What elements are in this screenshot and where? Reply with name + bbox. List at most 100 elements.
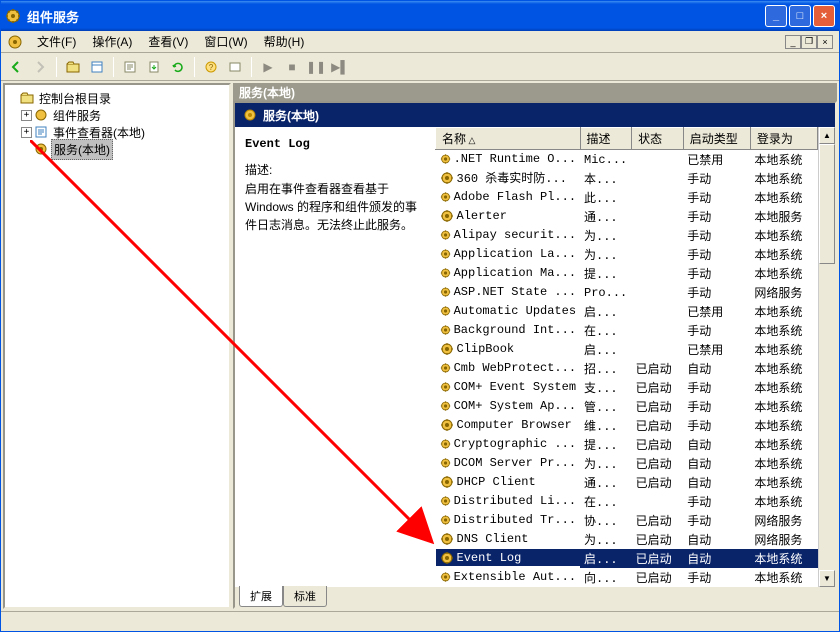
cell-name: .NET Runtime O... <box>436 150 581 167</box>
cell-status: 已启动 <box>632 416 684 435</box>
scroll-thumb[interactable] <box>819 144 835 264</box>
table-row[interactable]: Background Int...在...手动本地系统 <box>436 321 818 340</box>
properties-button[interactable] <box>86 56 108 78</box>
mdi-minimize[interactable]: _ <box>785 35 801 49</box>
titlebar[interactable]: 组件服务 _ □ × <box>1 1 839 31</box>
cell-logon: 本地系统 <box>750 492 817 511</box>
component-icon <box>34 108 48 122</box>
cell-status <box>632 169 684 188</box>
menu-action[interactable]: 操作(A) <box>84 31 140 52</box>
tree-panel[interactable]: 控制台根目录 + 组件服务 + 事件查看器(本地) 服务(本地) <box>3 83 231 609</box>
menu-file[interactable]: 文件(F) <box>29 31 84 52</box>
cell-name: Distributed Li... <box>436 492 581 509</box>
cell-desc: 通... <box>580 207 632 226</box>
table-row[interactable]: Distributed Li...在... 手动本地系统 <box>436 492 818 511</box>
col-status[interactable]: 状态 <box>632 128 684 150</box>
status-bar <box>1 611 839 631</box>
gear-icon <box>243 108 257 122</box>
table-row[interactable]: COM+ System Ap...管...已启动手动本地系统 <box>436 397 818 416</box>
console-icon <box>7 34 23 50</box>
tab-extended[interactable]: 扩展 <box>239 586 283 607</box>
table-row[interactable]: DNS Client为...已启动自动网络服务 <box>436 530 818 549</box>
cell-startup: 手动 <box>683 207 750 226</box>
maximize-button[interactable]: □ <box>789 5 811 27</box>
table-row[interactable]: COM+ Event System支...已启动手动本地系统 <box>436 378 818 397</box>
cell-desc: 此... <box>580 188 632 207</box>
cell-logon: 本地服务 <box>750 207 817 226</box>
expander-icon[interactable]: + <box>21 110 32 121</box>
table-row[interactable]: Application Ma...提...手动本地系统 <box>436 264 818 283</box>
cell-status <box>632 245 684 264</box>
col-name[interactable]: 名称 <box>436 128 581 150</box>
menu-help[interactable]: 帮助(H) <box>256 31 313 52</box>
table-row[interactable]: Automatic Updates启...已禁用本地系统 <box>436 302 818 321</box>
cell-desc: 提... <box>580 435 632 454</box>
cell-status <box>632 492 684 511</box>
table-row[interactable]: DHCP Client通...已启动自动本地系统 <box>436 473 818 492</box>
table-row[interactable]: ASP.NET State ...Pro...手动网络服务 <box>436 283 818 302</box>
table-row[interactable]: Adobe Flash Pl...此...手动本地系统 <box>436 188 818 207</box>
tree-label: 服务(本地) <box>51 139 113 160</box>
cell-desc: 在... <box>580 492 632 511</box>
cell-name: Event Log <box>436 549 581 566</box>
panel-header: 服务(本地) <box>235 103 835 127</box>
tree-node-services[interactable]: 服务(本地) <box>7 141 227 157</box>
cell-startup: 手动 <box>683 397 750 416</box>
table-row[interactable]: DCOM Server Pr...为...已启动自动本地系统 <box>436 454 818 473</box>
tab-bar: 扩展 标准 <box>235 587 835 607</box>
tool-button-2[interactable] <box>224 56 246 78</box>
tree-node-components[interactable]: + 组件服务 <box>7 107 227 123</box>
minimize-button[interactable]: _ <box>765 5 787 27</box>
play-button: ▶ <box>257 56 279 78</box>
table-row[interactable]: Distributed Tr...协...已启动手动网络服务 <box>436 511 818 530</box>
menu-view[interactable]: 查看(V) <box>140 31 196 52</box>
tab-standard[interactable]: 标准 <box>283 586 327 607</box>
menu-window[interactable]: 窗口(W) <box>196 31 255 52</box>
table-row[interactable]: ClipBook启...已禁用本地系统 <box>436 340 818 359</box>
cell-status: 已启动 <box>632 473 684 492</box>
table-row[interactable]: Event Log启...已启动自动本地系统 <box>436 549 818 568</box>
refresh-button[interactable] <box>167 56 189 78</box>
table-row[interactable]: Alipay securit...为...手动本地系统 <box>436 226 818 245</box>
scrollbar[interactable]: ▲ ▼ <box>818 127 835 587</box>
mdi-restore[interactable]: ❐ <box>801 35 817 49</box>
table-row[interactable]: Extensible Aut...向...已启动手动本地系统 <box>436 568 818 587</box>
cell-name: Distributed Tr... <box>436 511 581 528</box>
cell-desc: 启... <box>580 340 632 359</box>
table-row[interactable]: Application La...为...手动本地系统 <box>436 245 818 264</box>
col-desc[interactable]: 描述 <box>580 128 632 150</box>
table-row[interactable]: 360 杀毒实时防...本...手动本地系统 <box>436 169 818 188</box>
table-row[interactable]: Cmb WebProtect...招...已启动自动本地系统 <box>436 359 818 378</box>
cell-startup: 已禁用 <box>683 340 750 359</box>
cell-logon: 本地系统 <box>750 150 817 170</box>
cell-logon: 本地系统 <box>750 568 817 587</box>
services-list[interactable]: 名称 描述 状态 启动类型 登录为 .NET Runtime O...Mic..… <box>435 127 818 587</box>
scroll-up-button[interactable]: ▲ <box>819 127 835 144</box>
mdi-close[interactable]: × <box>817 35 833 49</box>
tree-root[interactable]: 控制台根目录 <box>7 90 227 106</box>
export-button[interactable] <box>143 56 165 78</box>
col-startup[interactable]: 启动类型 <box>683 128 750 150</box>
cell-logon: 本地系统 <box>750 435 817 454</box>
cell-name: DCOM Server Pr... <box>436 454 581 471</box>
tree-node-eventviewer[interactable]: + 事件查看器(本地) <box>7 124 227 140</box>
col-logon[interactable]: 登录为 <box>750 128 817 150</box>
svg-text:?: ? <box>209 63 214 72</box>
cell-name: Cmb WebProtect... <box>436 359 581 376</box>
eventviewer-icon <box>34 125 48 139</box>
up-button[interactable] <box>62 56 84 78</box>
tool-button-1[interactable] <box>119 56 141 78</box>
cell-desc: 提... <box>580 264 632 283</box>
table-row[interactable]: Computer Browser维...已启动手动本地系统 <box>436 416 818 435</box>
cell-desc: 向... <box>580 568 632 587</box>
back-button[interactable] <box>5 56 27 78</box>
close-button[interactable]: × <box>813 5 835 27</box>
expander-icon[interactable]: + <box>21 127 32 138</box>
table-row[interactable]: Alerter通...手动本地服务 <box>436 207 818 226</box>
help-button[interactable]: ? <box>200 56 222 78</box>
table-row[interactable]: Cryptographic ...提...已启动自动本地系统 <box>436 435 818 454</box>
table-row[interactable]: .NET Runtime O...Mic...已禁用本地系统 <box>436 150 818 170</box>
cell-startup: 手动 <box>683 169 750 188</box>
cell-startup: 手动 <box>683 492 750 511</box>
scroll-down-button[interactable]: ▼ <box>819 570 835 587</box>
